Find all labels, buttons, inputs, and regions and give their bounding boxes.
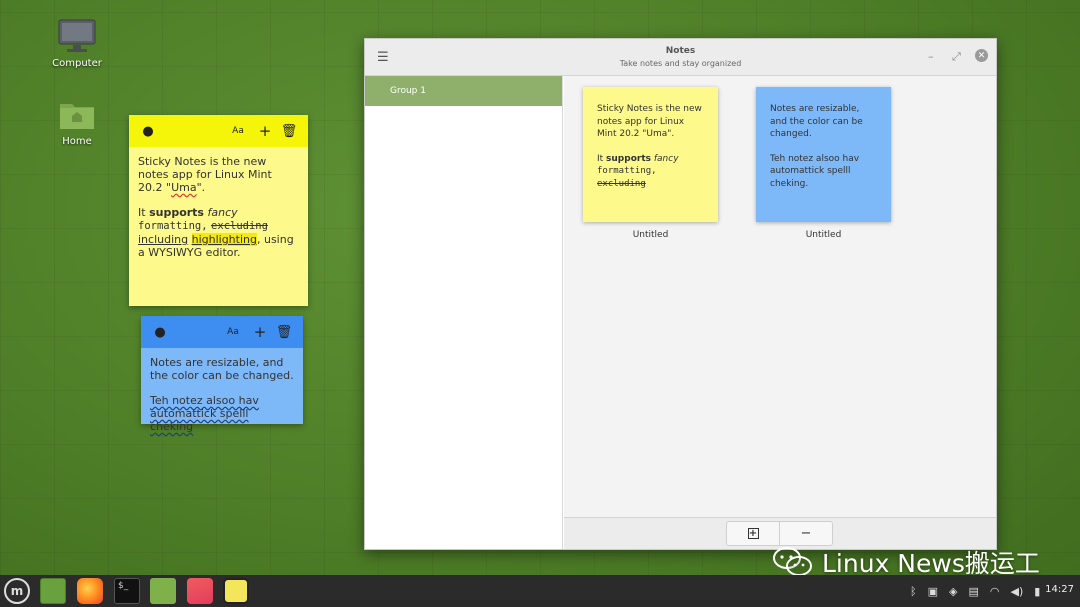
note-text: Notes are resizable, and the color can b… bbox=[770, 104, 863, 139]
sticky-note-content[interactable]: Sticky Notes is the new notes app for Li… bbox=[129, 147, 308, 279]
note-text-mono: formatting, bbox=[138, 220, 208, 232]
taskbar: m $_ ᛒ ▣ ◈ ▤ ◠ ◀) ▮ 14:27 bbox=[0, 575, 1080, 607]
note-text-bold: supports bbox=[606, 153, 651, 164]
note-text-misspelled: Teh notez alsoo hav automattick spelll c… bbox=[150, 394, 259, 433]
note-text: ". bbox=[196, 181, 206, 194]
color-drop-icon[interactable]: ● bbox=[139, 122, 157, 140]
terminal-icon[interactable]: $_ bbox=[114, 578, 140, 604]
note-text-underline: including bbox=[138, 233, 189, 246]
firefox-icon[interactable] bbox=[77, 578, 103, 604]
bluetooth-icon[interactable]: ᛒ bbox=[910, 585, 917, 598]
desktop-icon-home[interactable]: Home bbox=[37, 96, 117, 147]
window-title: Notes bbox=[665, 46, 696, 56]
group-item-group-1[interactable]: Group 1 bbox=[365, 76, 562, 106]
notes-window: ☰ Notes Take notes and stay organized – … bbox=[364, 38, 997, 550]
note-text: Teh notez alsoo hav automattick spelll c… bbox=[770, 153, 860, 189]
remove-note-label: − bbox=[800, 526, 812, 541]
image-viewer-icon[interactable] bbox=[187, 578, 213, 604]
note-text-misspelled: Uma bbox=[171, 181, 197, 194]
note-text-highlight: highlighting bbox=[191, 233, 257, 246]
mint-menu-icon[interactable]: m bbox=[4, 578, 30, 604]
note-text-strikethrough: excluding bbox=[211, 220, 268, 232]
files-icon[interactable] bbox=[150, 578, 176, 604]
home-folder-icon bbox=[60, 104, 94, 129]
sticky-notes-icon[interactable] bbox=[223, 578, 249, 604]
delete-note-icon[interactable]: 🗑︎ bbox=[275, 323, 293, 341]
desktop-icon-label: Home bbox=[62, 136, 92, 147]
system-tray: ᛒ ▣ ◈ ▤ ◠ ◀) ▮ bbox=[910, 575, 1040, 607]
delete-note-icon[interactable]: 🗑︎ bbox=[280, 122, 298, 140]
note-text: Sticky Notes is the new notes app for Li… bbox=[597, 104, 702, 139]
remove-note-button[interactable]: − bbox=[779, 521, 833, 546]
add-note-icon: + bbox=[747, 528, 759, 539]
groups-sidebar: Group 1 bbox=[365, 76, 563, 549]
add-note-icon[interactable]: + bbox=[256, 122, 274, 140]
add-note-icon[interactable]: + bbox=[251, 323, 269, 341]
add-note-button[interactable]: + bbox=[726, 521, 780, 546]
note-text: It bbox=[138, 206, 150, 219]
notes-grid: Sticky Notes is the new notes app for Li… bbox=[564, 76, 996, 517]
wifi-icon[interactable]: ◠ bbox=[990, 585, 1000, 598]
note-title: Untitled bbox=[805, 230, 842, 240]
computer-icon bbox=[58, 19, 96, 52]
note-text-italic: fancy bbox=[207, 206, 238, 219]
note-thumbnail-blue[interactable]: Notes are resizable, and the color can b… bbox=[756, 87, 891, 222]
wechat-logo-icon bbox=[773, 547, 812, 576]
note-text-italic: fancy bbox=[653, 153, 679, 164]
text-format-icon[interactable]: Aa bbox=[224, 323, 242, 341]
window-subtitle: Take notes and stay organized bbox=[619, 59, 742, 68]
close-icon[interactable]: ✕ bbox=[975, 49, 988, 62]
note-title: Untitled bbox=[632, 230, 669, 240]
minimize-icon[interactable]: – bbox=[928, 50, 934, 63]
sticky-note-toolbar: ● Aa + 🗑︎ bbox=[141, 316, 303, 348]
window-titlebar[interactable]: ☰ Notes Take notes and stay organized – … bbox=[365, 39, 996, 76]
maximize-icon[interactable]: ⤢ bbox=[952, 50, 961, 64]
note-text-bold: supports bbox=[149, 206, 204, 219]
desktop-icon-computer[interactable]: Computer bbox=[37, 18, 117, 69]
note-text: It bbox=[597, 153, 607, 164]
note-text: Notes are resizable, and the color can b… bbox=[150, 356, 294, 382]
text-format-icon[interactable]: Aa bbox=[229, 122, 247, 140]
show-desktop-icon[interactable] bbox=[40, 578, 66, 604]
notes-tray-icon[interactable]: ▤ bbox=[968, 585, 978, 598]
color-drop-icon[interactable]: ● bbox=[151, 323, 169, 341]
sticky-note-content[interactable]: Notes are resizable, and the color can b… bbox=[141, 348, 303, 453]
sticky-note-blue[interactable]: ● Aa + 🗑︎ Notes are resizable, and the c… bbox=[141, 316, 303, 433]
note-text-mono: formatting, bbox=[597, 166, 657, 176]
sticky-note-yellow[interactable]: ● Aa + 🗑︎ Sticky Notes is the new notes … bbox=[129, 115, 308, 306]
note-thumbnail-yellow[interactable]: Sticky Notes is the new notes app for Li… bbox=[583, 87, 718, 222]
note-text-strikethrough: excluding bbox=[597, 178, 646, 189]
shield-icon[interactable]: ◈ bbox=[949, 585, 957, 598]
desktop-icon-label: Computer bbox=[52, 58, 102, 69]
battery-icon[interactable]: ▮ bbox=[1034, 585, 1040, 598]
clipboard-icon[interactable]: ▣ bbox=[928, 585, 938, 598]
clock[interactable]: 14:27 bbox=[1045, 584, 1074, 595]
volume-icon[interactable]: ◀) bbox=[1011, 585, 1024, 598]
sticky-note-toolbar: ● Aa + 🗑︎ bbox=[129, 115, 308, 147]
